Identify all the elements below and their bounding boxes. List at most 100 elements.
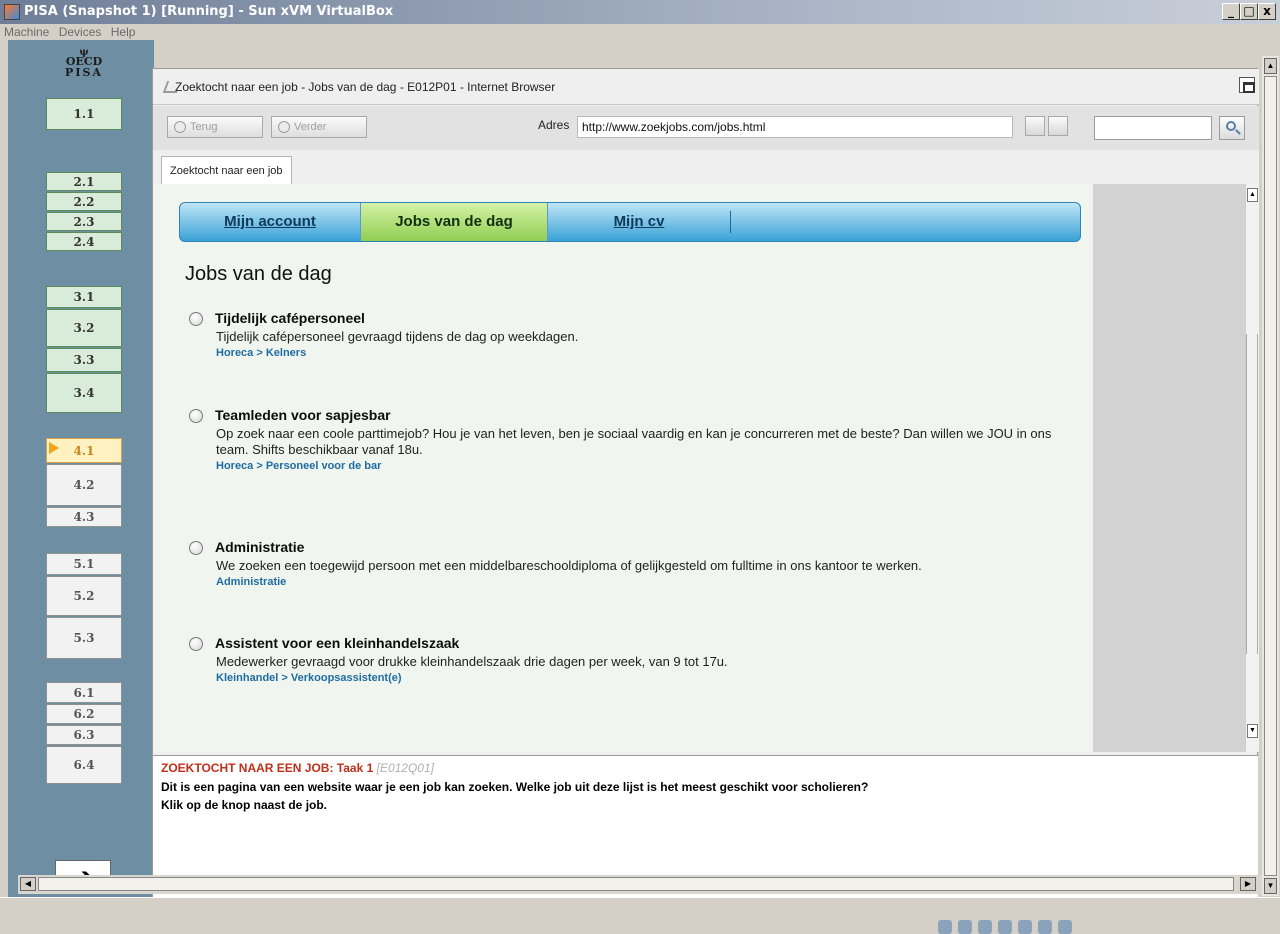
vm-status-bar: [0, 897, 1280, 934]
vm-title-bar: PISA (Snapshot 1) [Running] - Sun xVM Vi…: [0, 0, 1280, 24]
page-side-margin: [1093, 184, 1245, 752]
job-item: Tijdelijk cafépersoneel Tijdelijk cafépe…: [189, 310, 1089, 370]
virtualbox-window: PISA (Snapshot 1) [Running] - Sun xVM Vi…: [0, 0, 1280, 934]
nav-item-3-3[interactable]: 3.3: [46, 348, 122, 372]
nav-item-3-4[interactable]: 3.4: [46, 373, 122, 413]
nav-link-mijn-cv[interactable]: Mijn cv: [548, 203, 730, 241]
network-icon[interactable]: [998, 920, 1012, 934]
vm-vertical-scrollbar[interactable]: ▲ ▼: [1262, 56, 1279, 896]
job-item: Teamleden voor sapjesbar Op zoek naar ee…: [189, 407, 1089, 487]
nav-item-2-3[interactable]: 2.3: [46, 212, 122, 231]
job-description: Tijdelijk cafépersoneel gevraagd tijdens…: [216, 329, 579, 344]
scroll-right-arrow-icon[interactable]: ▶: [1240, 877, 1256, 891]
vm-menu-bar: Machine Devices Help: [0, 24, 1280, 40]
question-instruction: Klik op de knop naast de job.: [161, 798, 328, 812]
page-options-icon[interactable]: [1048, 116, 1068, 136]
scroll-down-arrow-icon[interactable]: ▼: [1247, 724, 1258, 738]
nav-item-4-2[interactable]: 4.2: [46, 464, 122, 506]
job-category-link[interactable]: Horeca > Kelners: [216, 345, 1056, 361]
job-description: We zoeken een toegewijd persoon met een …: [216, 558, 922, 573]
nav-item-4-1[interactable]: 4.1: [46, 438, 122, 463]
job-title: Tijdelijk cafépersoneel: [215, 310, 365, 326]
nav-link-jobs-van-de-dag[interactable]: Jobs van de dag: [360, 203, 548, 241]
question-title: ZOEKTOCHT NAAR EEN JOB: Taak 1: [161, 761, 374, 775]
oecd-pisa-logo: ψ OECD PISA: [65, 47, 103, 79]
browser-maximize-button[interactable]: [1239, 77, 1255, 93]
nav-item-2-1[interactable]: 2.1: [46, 172, 122, 191]
nav-item-5-3[interactable]: 5.3: [46, 617, 122, 659]
scroll-thumb[interactable]: [38, 877, 1234, 891]
job-item: Assistent voor een kleinhandelszaak Mede…: [189, 635, 1089, 695]
address-field[interactable]: http://www.zoekjobs.com/jobs.html: [577, 116, 1013, 138]
job-radio-button[interactable]: [189, 541, 203, 555]
job-category-link[interactable]: Kleinhandel > Verkoopsassistent(e): [216, 670, 1056, 686]
scroll-down-arrow-icon[interactable]: ▼: [1264, 878, 1277, 894]
menu-machine[interactable]: Machine: [4, 25, 49, 39]
job-radio-button[interactable]: [189, 312, 203, 326]
forward-circle-icon: [278, 121, 290, 133]
job-radio-button[interactable]: [189, 637, 203, 651]
back-button[interactable]: Terug: [167, 116, 263, 138]
scroll-thumb[interactable]: [1246, 334, 1258, 654]
job-description: Medewerker gevraagd voor drukke kleinhan…: [216, 654, 728, 669]
tab-zoektocht[interactable]: Zoektocht naar een job: [161, 156, 292, 186]
bookmark-icon[interactable]: [1025, 116, 1045, 136]
pisa-unit-navigation: ψ OECD PISA 1.1 2.1 2.2 2.3 2.4 3.1 3.2 …: [8, 40, 154, 902]
mouse-integration-icon[interactable]: [1058, 920, 1072, 934]
browser-title-bar: Zoektocht naar een job - Jobs van de dag…: [153, 69, 1259, 105]
vm-window-controls: _ □ x: [1222, 3, 1276, 20]
question-text: Dit is een pagina van een website waar j…: [161, 780, 869, 794]
close-button[interactable]: x: [1258, 3, 1276, 20]
nav-item-6-1[interactable]: 6.1: [46, 682, 122, 703]
scroll-up-arrow-icon[interactable]: ▲: [1264, 58, 1277, 74]
nav-item-6-2[interactable]: 6.2: [46, 704, 122, 724]
nav-item-6-4[interactable]: 6.4: [46, 746, 122, 784]
nav-item-5-1[interactable]: 5.1: [46, 553, 122, 575]
maximize-button[interactable]: □: [1240, 3, 1258, 20]
nav-item-2-4[interactable]: 2.4: [46, 232, 122, 251]
job-title: Assistent voor een kleinhandelszaak: [215, 635, 460, 651]
nav-item-5-2[interactable]: 5.2: [46, 576, 122, 616]
job-category-link[interactable]: Horeca > Personeel voor de bar: [216, 458, 1056, 474]
address-label: Adres: [538, 118, 570, 132]
scroll-left-arrow-icon[interactable]: ◀: [20, 877, 36, 891]
browser-tab-strip: Zoektocht naar een job: [153, 150, 1259, 186]
menu-devices[interactable]: Devices: [59, 25, 102, 39]
browser-title: Zoektocht naar een job - Jobs van de dag…: [175, 80, 556, 94]
cd-icon[interactable]: [958, 920, 972, 934]
site-navigation-bar: Mijn account Jobs van de dag Mijn cv: [179, 202, 1081, 242]
scroll-up-arrow-icon[interactable]: ▲: [1247, 188, 1258, 202]
internet-browser-window: Zoektocht naar een job - Jobs van de dag…: [152, 68, 1259, 756]
nav-link-mijn-account[interactable]: Mijn account: [180, 203, 360, 241]
question-code: [E012Q01]: [376, 761, 434, 775]
back-circle-icon: [174, 121, 186, 133]
nav-separator: [730, 211, 731, 233]
hard-disk-icon[interactable]: [938, 920, 952, 934]
nav-item-3-1[interactable]: 3.1: [46, 286, 122, 308]
page-vertical-scrollbar[interactable]: ▲ ▼: [1245, 184, 1259, 752]
job-category-link[interactable]: Administratie: [216, 574, 1056, 590]
nav-item-4-3[interactable]: 4.3: [46, 507, 122, 527]
vm-horizontal-scrollbar[interactable]: ◀ ▶: [18, 875, 1262, 894]
job-title: Administratie: [215, 539, 305, 555]
shared-folder-icon[interactable]: [1038, 920, 1052, 934]
nav-item-2-2[interactable]: 2.2: [46, 192, 122, 211]
virtualbox-app-icon: [4, 4, 20, 20]
search-button[interactable]: [1219, 116, 1245, 140]
nav-item-3-2[interactable]: 3.2: [46, 309, 122, 347]
forward-button[interactable]: Verder: [271, 116, 367, 138]
web-page-content: Mijn account Jobs van de dag Mijn cv Job…: [153, 184, 1093, 752]
job-title: Teamleden voor sapjesbar: [215, 407, 391, 423]
search-input[interactable]: [1094, 116, 1212, 140]
nav-item-6-3[interactable]: 6.3: [46, 725, 122, 745]
floppy-icon[interactable]: [978, 920, 992, 934]
scroll-thumb[interactable]: [1264, 76, 1277, 876]
browser-toolbar: Terug Verder Adres http://www.zoekjobs.c…: [153, 106, 1259, 150]
job-radio-button[interactable]: [189, 409, 203, 423]
job-description: Op zoek naar een coole parttimejob? Hou …: [216, 426, 1052, 457]
device-status-icons: [938, 920, 1072, 934]
minimize-button[interactable]: _: [1222, 3, 1240, 20]
nav-item-1-1[interactable]: 1.1: [46, 98, 122, 130]
usb-icon[interactable]: [1018, 920, 1032, 934]
menu-help[interactable]: Help: [111, 25, 136, 39]
